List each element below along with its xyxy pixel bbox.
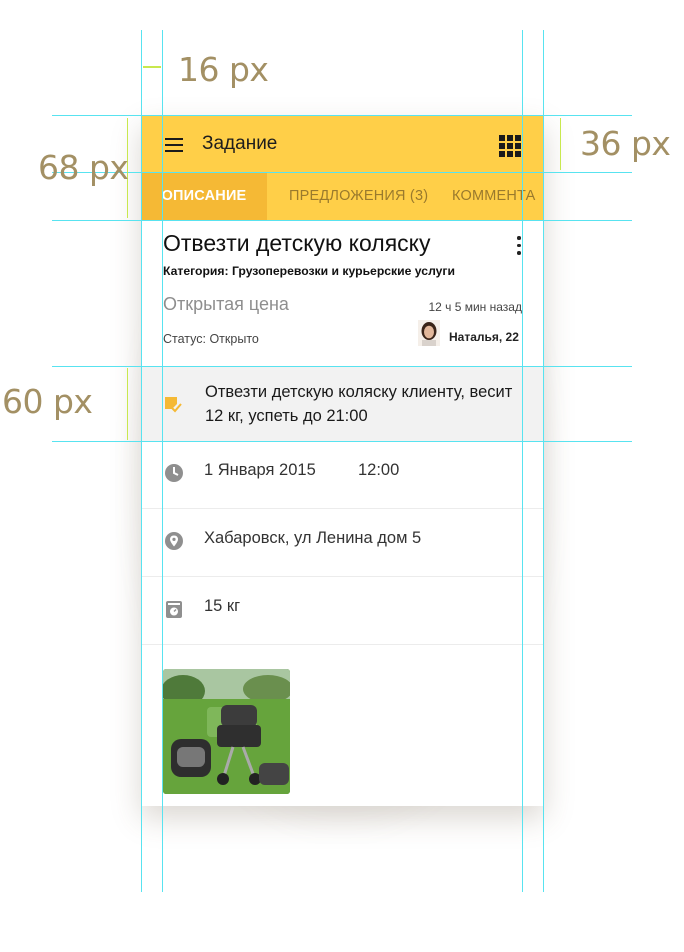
note-check-icon	[165, 397, 182, 413]
margin-label: 16 px	[178, 50, 269, 89]
dimension-arrow	[143, 66, 161, 68]
dimension-arrow	[560, 118, 562, 170]
description-band: Отвезти детскую коляску клиенту, весит 1…	[141, 366, 544, 441]
guide-line	[52, 441, 632, 443]
grid-icon[interactable]	[499, 135, 521, 157]
guide-line	[162, 30, 164, 892]
avatar[interactable]	[418, 320, 440, 346]
tab-bar: ОПИСАНИЕ ПРЕДЛОЖЕНИЯ (3) КОММЕНТА	[141, 173, 544, 220]
guide-line	[141, 30, 143, 892]
task-status: Статус: Открыто	[163, 332, 259, 346]
guide-line	[52, 115, 632, 117]
guide-line	[52, 220, 632, 222]
task-address: Хабаровск, ул Ленина дом 5	[204, 529, 422, 547]
clock-icon	[165, 464, 183, 482]
toolbar-height-label: 36 px	[580, 124, 671, 163]
app-bar: Задание	[141, 116, 544, 173]
dimension-arrow	[127, 368, 129, 440]
task-category: Категория: Грузоперевозки и курьерские у…	[163, 264, 455, 278]
task-time-ago: 12 ч 5 мин назад	[428, 300, 522, 314]
more-vert-icon[interactable]	[517, 236, 521, 259]
scale-icon	[166, 601, 182, 618]
location-pin-icon	[165, 532, 183, 550]
user-name[interactable]: Наталья, 22	[449, 330, 519, 344]
weight-row: 15 кг	[141, 577, 544, 645]
task-price: Открытая цена	[163, 294, 289, 314]
appbar-height-label: 68 px	[38, 148, 129, 187]
task-weight: 15 кг	[204, 597, 241, 615]
guide-line	[52, 172, 632, 174]
tab-description[interactable]: ОПИСАНИЕ	[141, 173, 267, 220]
description-text: Отвезти детскую коляску клиенту, весит 1…	[205, 383, 513, 425]
date-row: 1 Января 2015 12:00	[141, 441, 544, 509]
task-date: 1 Января 2015	[204, 461, 316, 479]
guide-line	[52, 366, 632, 368]
task-title: Отвезти детскую коляску	[163, 230, 431, 256]
address-row: Хабаровск, ул Ленина дом 5	[141, 509, 544, 577]
app-bar-title: Задание	[202, 133, 278, 154]
tab-offers[interactable]: ПРЕДЛОЖЕНИЯ (3)	[289, 173, 428, 220]
guide-line	[543, 30, 545, 892]
stroller-photo[interactable]	[163, 669, 290, 794]
hamburger-icon[interactable]	[165, 138, 183, 152]
row-height-label: 60 px	[2, 382, 93, 421]
task-time: 12:00	[358, 461, 400, 479]
guide-line	[522, 30, 524, 892]
